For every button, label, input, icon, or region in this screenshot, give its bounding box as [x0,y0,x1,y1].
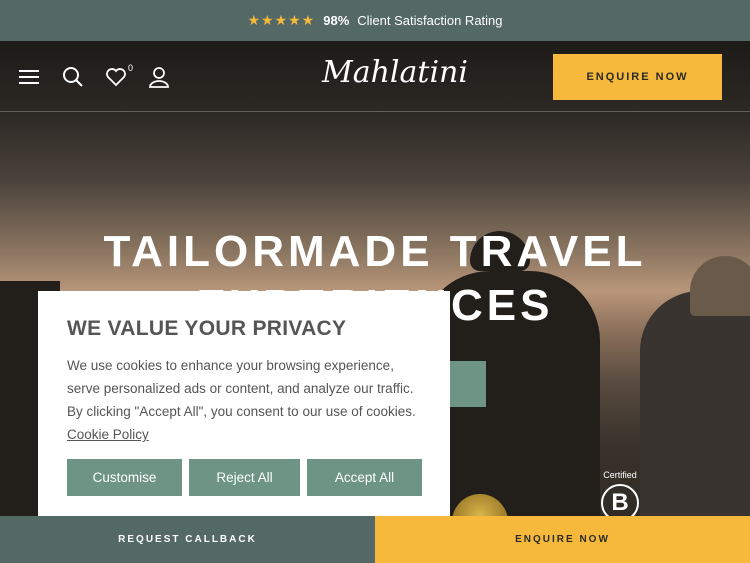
cookie-consent-dialog: WE VALUE YOUR PRIVACY We use cookies to … [38,291,450,525]
enquire-now-button[interactable]: ENQUIRE NOW [553,54,722,100]
heart-icon[interactable] [104,65,128,89]
cookie-policy-link[interactable]: Cookie Policy [67,423,149,446]
reject-all-button[interactable]: Reject All [189,459,300,496]
customise-button[interactable]: Customise [67,459,182,496]
certified-label: Certified [603,470,637,480]
cookie-title: WE VALUE YOUR PRIVACY [67,317,347,340]
search-icon[interactable] [61,65,85,89]
accept-all-button[interactable]: Accept All [307,459,422,496]
cookie-button-group: Customise Reject All Accept All [67,459,422,496]
bottom-enquire-now-button[interactable]: ENQUIRE NOW [375,516,750,563]
star-rating-icon: ★★★★★ [247,12,316,28]
b-corp-certification: Certified B [598,470,642,522]
rating-text: Client Satisfaction Rating [357,13,503,28]
rating-value: 98% [323,13,350,28]
rating-banner: ★★★★★ 98% Client Satisfaction Rating [0,0,750,41]
user-icon[interactable] [147,65,171,89]
menu-icon[interactable] [17,65,41,89]
bottom-action-bar: REQUEST CALLBACK ENQUIRE NOW [0,516,750,563]
cookie-body: We use cookies to enhance your browsing … [67,358,416,419]
hero-title-line-1: TAILORMADE TRAVEL [103,227,647,276]
site-logo[interactable]: Mahlatini [322,55,468,90]
request-callback-button[interactable]: REQUEST CALLBACK [0,516,375,563]
wishlist-count: 0 [128,63,134,73]
